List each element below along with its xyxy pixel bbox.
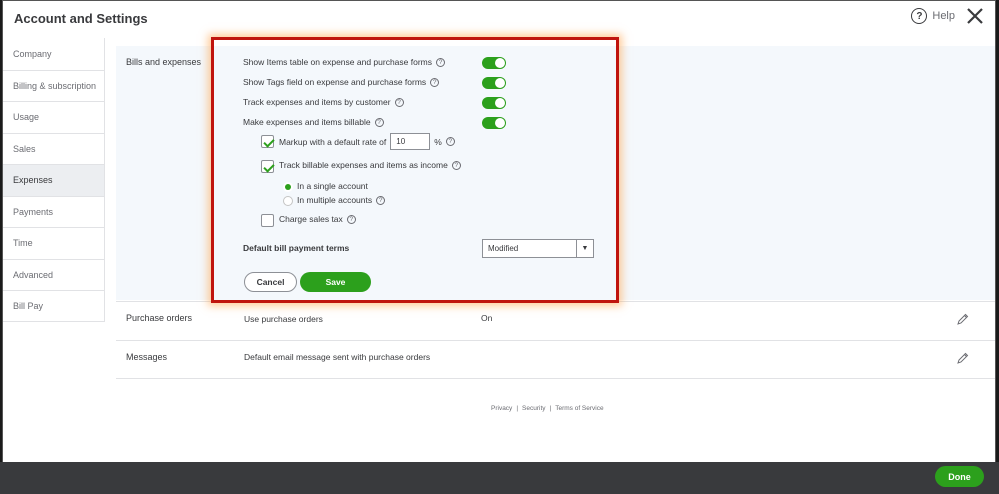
- settings-window: Account and Settings ? Help Company Bill…: [2, 0, 996, 494]
- multiple-accounts-row: In multiple accounts ?: [297, 195, 386, 205]
- percent-label: %: [434, 136, 442, 147]
- purchase-orders-label: Purchase orders: [126, 313, 193, 323]
- messages-description: Default email message sent with purchase…: [244, 352, 431, 362]
- divider: [116, 301, 995, 302]
- charge-tax-checkbox[interactable]: [261, 214, 274, 227]
- single-account-row: In a single account: [297, 181, 368, 191]
- sidebar-item-billing[interactable]: Billing & subscription: [3, 69, 105, 101]
- multiple-accounts-radio[interactable]: [283, 196, 293, 206]
- bills-section-label: Bills and expenses: [126, 57, 202, 67]
- help-circle-icon[interactable]: ?: [374, 117, 384, 127]
- help-circle-icon[interactable]: ?: [445, 137, 455, 146]
- purchase-orders-value: On: [481, 313, 493, 323]
- sidebar-item-usage[interactable]: Usage: [3, 101, 105, 133]
- help-button[interactable]: ? Help: [911, 8, 955, 24]
- cancel-button[interactable]: Cancel: [244, 272, 297, 292]
- make-billable-toggle[interactable]: [482, 117, 506, 129]
- divider: [116, 340, 995, 341]
- privacy-link[interactable]: Privacy: [491, 405, 512, 412]
- show-tags-toggle[interactable]: [482, 77, 506, 89]
- close-icon[interactable]: [965, 6, 985, 26]
- edit-pencil-icon[interactable]: [957, 313, 969, 325]
- help-circle-icon[interactable]: ?: [436, 57, 445, 67]
- single-account-radio[interactable]: [283, 182, 293, 192]
- track-by-customer-row: Track expenses and items by customer ?: [243, 97, 404, 107]
- help-label: Help: [932, 10, 955, 22]
- terms-link[interactable]: Terms of Service: [555, 405, 603, 412]
- header: Account and Settings ? Help: [3, 1, 995, 38]
- help-icon: ?: [911, 8, 928, 24]
- footer-separator: |: [549, 405, 552, 412]
- markup-rate-input[interactable]: 10: [390, 133, 431, 150]
- chevron-down-icon: ▼: [576, 240, 593, 257]
- sidebar-item-bill-pay[interactable]: Bill Pay: [3, 290, 105, 322]
- help-circle-icon[interactable]: ?: [346, 214, 356, 224]
- bottom-bar: [0, 462, 999, 494]
- sidebar-item-advanced[interactable]: Advanced: [3, 258, 105, 290]
- make-billable-row: Make expenses and items billable ?: [243, 117, 384, 127]
- sidebar: Company Billing & subscription Usage Sal…: [3, 38, 105, 322]
- security-link[interactable]: Security: [522, 405, 545, 412]
- show-items-table-toggle[interactable]: [482, 57, 506, 69]
- messages-label: Messages: [126, 352, 168, 362]
- help-circle-icon[interactable]: ?: [394, 97, 404, 107]
- help-circle-icon[interactable]: ?: [376, 195, 386, 205]
- sidebar-item-sales[interactable]: Sales: [3, 132, 105, 164]
- footer-separator: |: [516, 405, 519, 412]
- payment-terms-label: Default bill payment terms: [243, 243, 350, 253]
- page-title: Account and Settings: [14, 11, 148, 26]
- show-tags-row: Show Tags field on expense and purchase …: [243, 77, 440, 87]
- done-button[interactable]: Done: [935, 466, 984, 487]
- markup-checkbox[interactable]: [261, 135, 274, 148]
- sidebar-item-expenses[interactable]: Expenses: [3, 164, 105, 196]
- payment-terms-select[interactable]: Modified ▼: [482, 239, 594, 258]
- markup-row: Markup with a default rate of 10 % ?: [279, 133, 455, 150]
- sidebar-item-time[interactable]: Time: [3, 227, 105, 259]
- sidebar-item-payments[interactable]: Payments: [3, 195, 105, 227]
- sidebar-item-company[interactable]: Company: [3, 38, 105, 70]
- track-income-checkbox[interactable]: [261, 160, 274, 173]
- charge-tax-row: Charge sales tax ?: [279, 214, 356, 224]
- track-by-customer-toggle[interactable]: [482, 97, 506, 109]
- edit-pencil-icon[interactable]: [957, 352, 969, 364]
- footer-links: Privacy | Security | Terms of Service: [491, 405, 604, 412]
- bills-expenses-section: Bills and expenses Show Items table on e…: [116, 46, 995, 300]
- show-items-table-row: Show Items table on expense and purchase…: [243, 57, 445, 67]
- divider: [116, 378, 995, 379]
- save-button[interactable]: Save: [300, 272, 371, 292]
- help-circle-icon[interactable]: ?: [430, 77, 440, 87]
- purchase-orders-description: Use purchase orders: [244, 314, 323, 324]
- track-income-row: Track billable expenses and items as inc…: [279, 160, 461, 170]
- help-circle-icon[interactable]: ?: [451, 160, 461, 170]
